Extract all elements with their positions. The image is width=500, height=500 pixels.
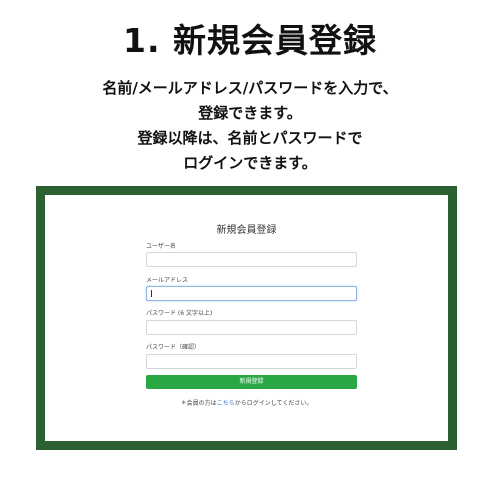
email-field[interactable] (146, 286, 357, 301)
login-note-suffix: からログインしてください。 (234, 400, 313, 407)
description: 名前/メールアドレス/パスワードを入力で、 登録できます。 登録以降は、名前とパ… (0, 76, 500, 176)
signup-button[interactable]: 新規登録 (146, 375, 357, 389)
description-line: ログインできます。 (183, 154, 317, 172)
username-label: ユーザー名 (146, 243, 176, 250)
password-field[interactable] (146, 320, 357, 335)
text-caret (151, 290, 152, 297)
login-note-prefix: ＊会員の方は (180, 400, 217, 407)
description-line: 登録できます。 (198, 104, 302, 122)
email-label: メールアドレス (146, 277, 189, 284)
password-confirm-label: パスワード（確認） (146, 344, 201, 351)
password-confirm-field[interactable] (146, 354, 357, 369)
page-heading: 1. 新規会員登録 (123, 21, 377, 60)
login-note: ＊会員の方はこちらからログインしてください。 (45, 398, 448, 407)
description-line: 名前/メールアドレス/パスワードを入力で、 (102, 79, 398, 97)
screenshot-frame: 新規会員登録 ユーザー名 メールアドレス パスワード (6 文字以上) パスワー… (36, 186, 457, 450)
description-line: 登録以降は、名前とパスワードで (137, 129, 363, 147)
signup-screen: 新規会員登録 ユーザー名 メールアドレス パスワード (6 文字以上) パスワー… (45, 195, 448, 441)
username-field[interactable] (146, 252, 357, 267)
login-link[interactable]: こちら (217, 400, 235, 407)
form-title: 新規会員登録 (216, 225, 277, 236)
password-label: パスワード (6 文字以上) (146, 310, 213, 317)
